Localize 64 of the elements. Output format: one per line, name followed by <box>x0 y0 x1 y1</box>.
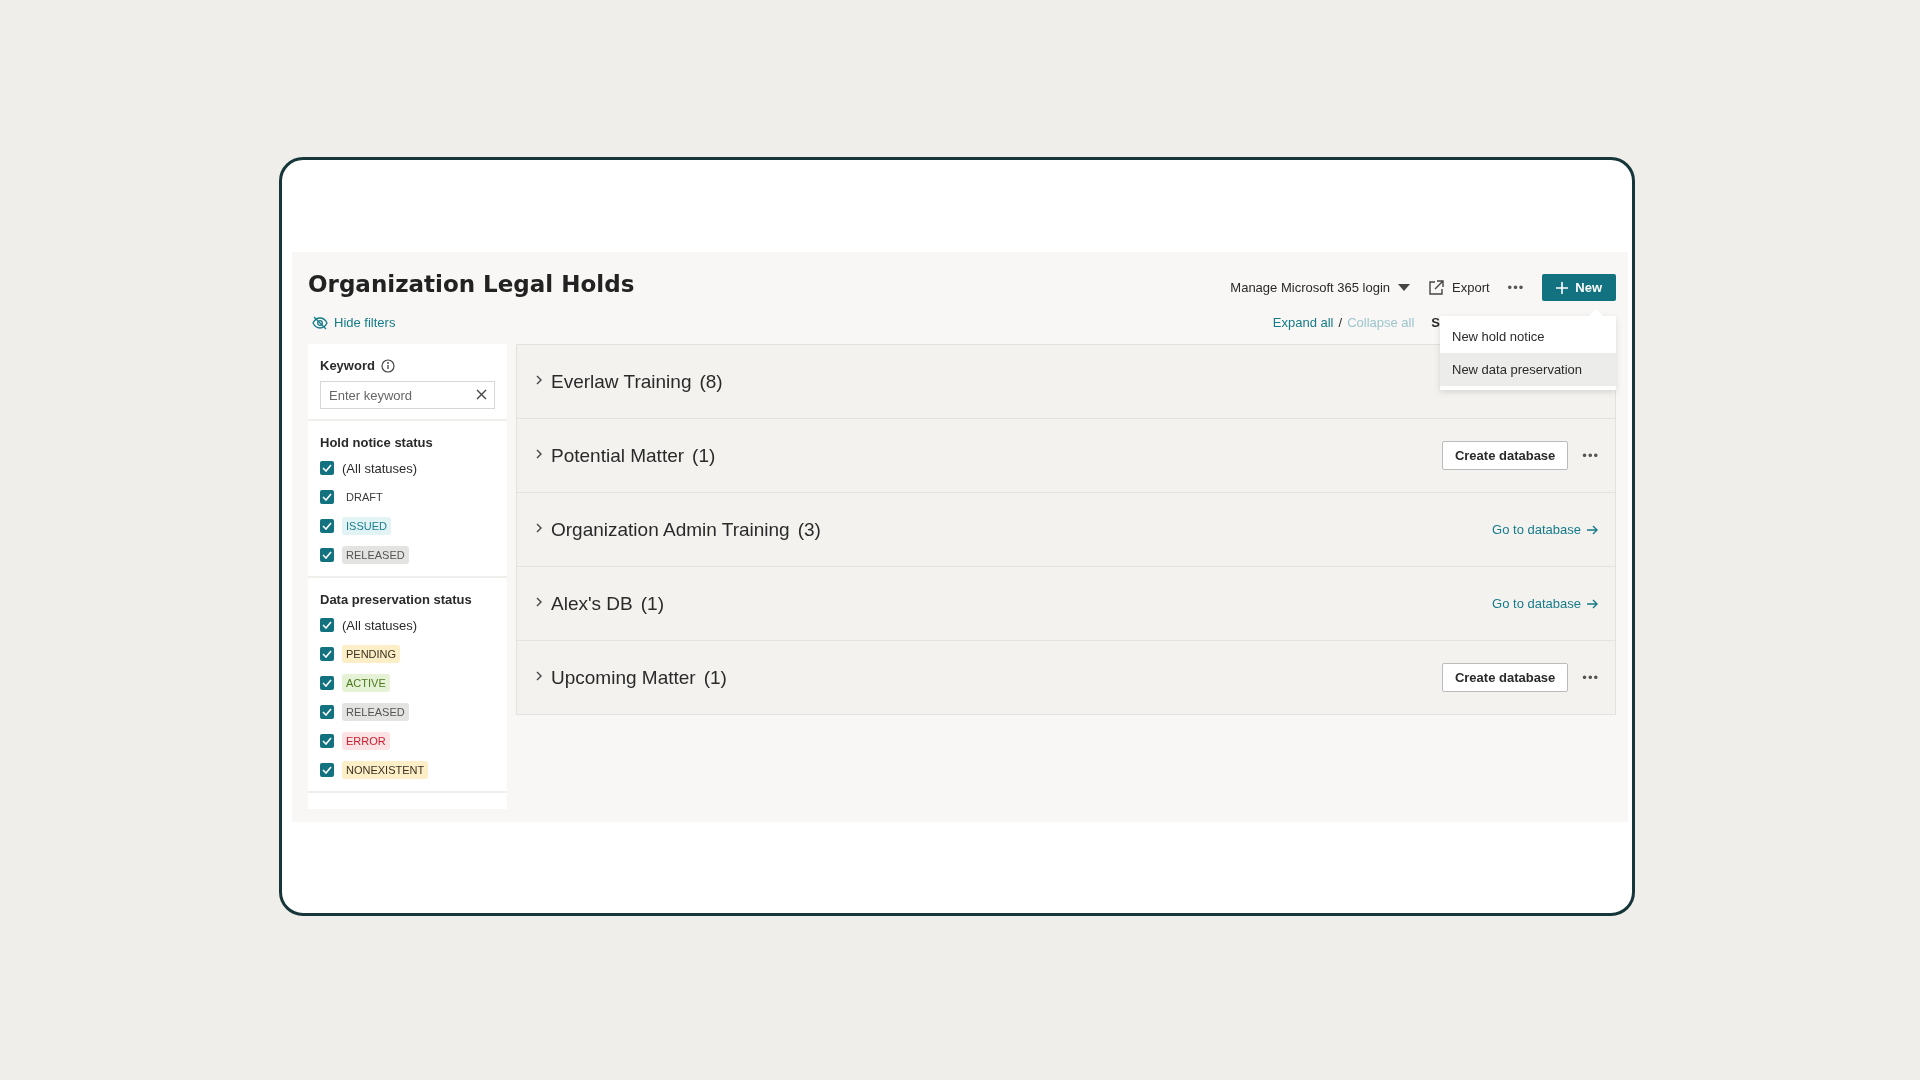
group-name: Upcoming Matter <box>551 666 696 689</box>
status-tag: ACTIVE <box>342 674 390 692</box>
status-tag: RELEASED <box>342 703 409 721</box>
checkbox[interactable] <box>320 763 334 777</box>
login-dropdown[interactable]: Manage Microsoft 365 login <box>1230 280 1411 295</box>
group-count: (1) <box>640 592 664 615</box>
option-label: (All statuses) <box>342 460 418 476</box>
caret-icon <box>1398 283 1411 292</box>
checkbox[interactable] <box>320 490 334 504</box>
group-count: (8) <box>699 370 723 393</box>
page-title: Organization Legal Holds <box>308 270 635 297</box>
chevron-right-icon <box>535 596 543 608</box>
chevron-right-icon <box>535 448 543 460</box>
checkbox[interactable] <box>320 618 334 632</box>
chevron-right-icon <box>535 670 543 682</box>
group-name: Everlaw Training <box>551 370 692 393</box>
go-to-database-link[interactable]: Go to database <box>1492 596 1599 611</box>
option-label: (All statuses) <box>342 617 418 633</box>
arrow-right-icon <box>1587 524 1599 535</box>
keyword-field[interactable]: Enter keyword <box>320 381 495 409</box>
plus-icon <box>1556 281 1569 294</box>
status-tag: RELEASED <box>342 546 409 564</box>
info-icon[interactable] <box>380 358 395 373</box>
status-tag: NONEXISTENT <box>342 761 429 779</box>
status-tag: PENDING <box>342 645 401 663</box>
create-database-button[interactable]: Create database <box>1441 663 1569 692</box>
group-name: Potential Matter <box>551 444 685 467</box>
export-button[interactable]: Export <box>1428 279 1490 296</box>
status-tag: ISSUED <box>342 517 391 535</box>
group-name: Alex's DB <box>551 592 633 615</box>
more-button[interactable]: ••• <box>1582 670 1599 685</box>
keyword-label: Keyword <box>320 358 375 373</box>
group-name: Organization Admin Training <box>551 518 790 541</box>
clear-icon[interactable] <box>476 389 487 400</box>
external-link-icon <box>1428 279 1445 296</box>
group-count: (1) <box>692 444 716 467</box>
menu-item[interactable]: New data preservation <box>1440 353 1616 386</box>
eye-slash-icon <box>312 315 328 330</box>
create-database-button[interactable]: Create database <box>1441 441 1569 470</box>
status-tag: DRAFT <box>342 488 387 506</box>
more-button[interactable]: ••• <box>1582 448 1599 463</box>
checkbox[interactable] <box>320 519 334 533</box>
group-count: (1) <box>703 666 727 689</box>
new-button[interactable]: New <box>1542 274 1616 301</box>
arrow-right-icon <box>1587 598 1599 609</box>
checkbox[interactable] <box>320 548 334 562</box>
filter-group-title: Data preservation status <box>320 592 472 607</box>
checkbox[interactable] <box>320 734 334 748</box>
chevron-right-icon <box>535 374 543 386</box>
checkbox[interactable] <box>320 676 334 690</box>
more-button[interactable]: ••• <box>1507 280 1525 295</box>
status-tag: ERROR <box>342 732 390 750</box>
group-count: (3) <box>797 518 821 541</box>
separator-text: / <box>1338 315 1343 330</box>
filter-group-title: Hold notice status <box>320 435 433 450</box>
chevron-right-icon <box>535 522 543 534</box>
hide-filters-button[interactable]: Hide filters <box>308 315 396 330</box>
checkbox[interactable] <box>320 647 334 661</box>
go-to-database-link[interactable]: Go to database <box>1492 522 1599 537</box>
checkbox[interactable] <box>320 705 334 719</box>
expand-all-link[interactable]: Expand all <box>1272 315 1334 330</box>
cut-label: S <box>1431 315 1440 330</box>
checkbox[interactable] <box>320 461 334 475</box>
menu-item[interactable]: New hold notice <box>1440 320 1616 353</box>
